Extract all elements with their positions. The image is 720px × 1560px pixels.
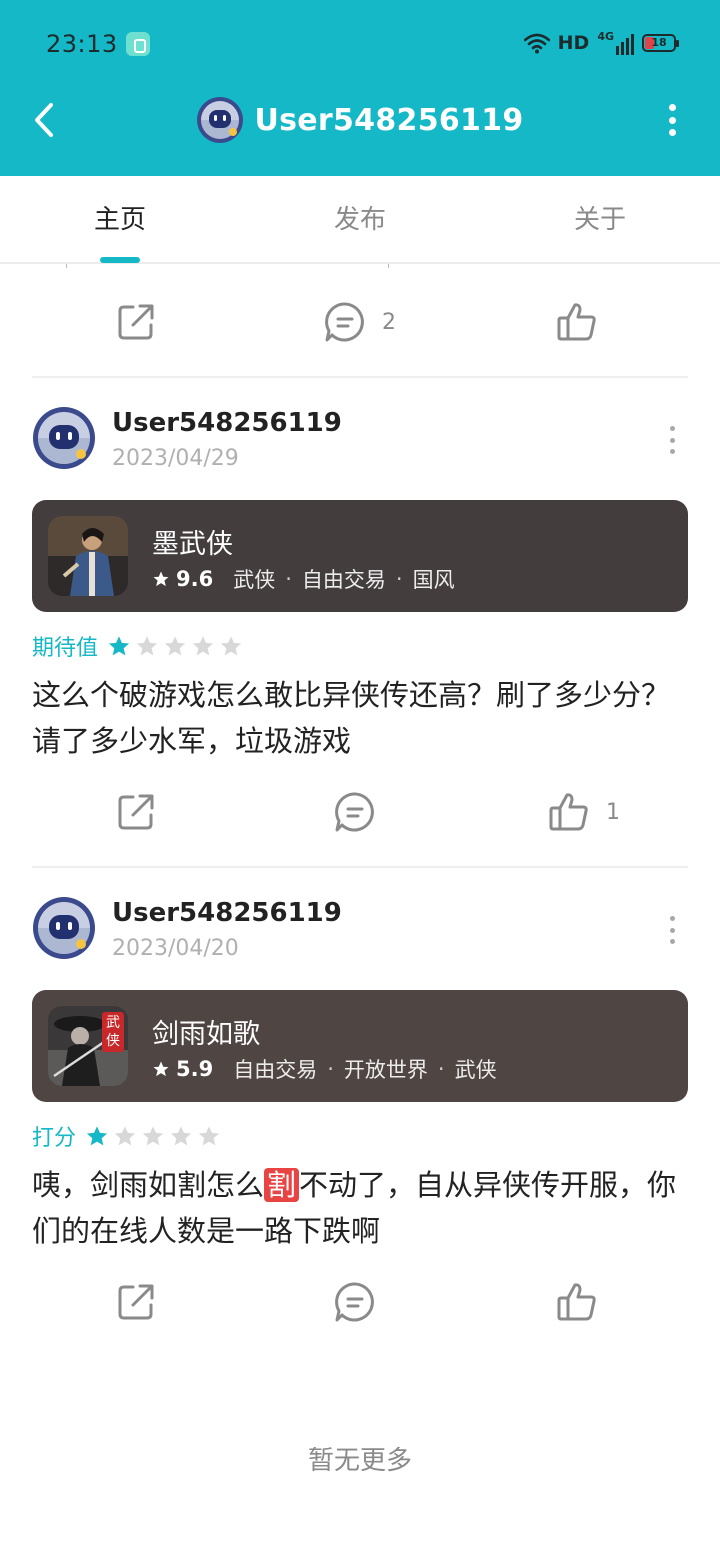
comment-button[interactable]: [334, 784, 376, 840]
like-button[interactable]: [556, 294, 598, 350]
review-post: User548256119 2023/04/20 武侠 剑雨如歌 5.9 自由交…: [32, 896, 688, 1316]
battery-level: 18: [651, 36, 667, 49]
star-empty-icon: [142, 1126, 164, 1146]
star-icon: [153, 1061, 169, 1077]
star-empty-icon: [114, 1126, 136, 1146]
post-content[interactable]: 这么个破游戏怎么敢比异侠传还高？刷了多少分？请了多少水军，垃圾游戏: [32, 672, 688, 764]
tab-home[interactable]: 主页: [0, 176, 240, 262]
post-more-button[interactable]: [668, 916, 676, 944]
status-indicators: HD 4G 18: [523, 28, 679, 58]
wifi-icon: [523, 33, 550, 54]
star-filled-icon: [108, 636, 130, 656]
network-gen: 4G: [597, 30, 614, 43]
comment-button[interactable]: [334, 1274, 376, 1330]
more-vertical-icon: [669, 916, 675, 921]
comment-button[interactable]: 2: [324, 294, 396, 350]
star-empty-icon: [170, 1126, 192, 1146]
rating-row: 期待值: [32, 630, 242, 662]
avatar[interactable]: [196, 96, 244, 144]
like-button[interactable]: 1: [548, 784, 620, 840]
app-header: 23:13 HD 4G 18 User548256119: [0, 0, 720, 176]
tab-about[interactable]: 关于: [480, 176, 720, 262]
signal-icon: 4G: [597, 31, 634, 55]
game-card[interactable]: 武侠 剑雨如歌 5.9 自由交易 · 开放世界 · 武侠: [32, 990, 688, 1102]
more-menu-button[interactable]: [662, 100, 682, 140]
game-tag: 开放世界: [343, 1058, 428, 1082]
network-type: HD: [557, 32, 590, 54]
rating-label: 打分: [32, 1126, 77, 1151]
game-name: 墨武侠: [152, 529, 233, 560]
game-meta: 9.6 武侠 · 自由交易 · 国风: [152, 564, 455, 594]
more-vertical-icon: [668, 104, 676, 111]
game-card[interactable]: 墨武侠 9.6 武侠 · 自由交易 · 国风: [32, 500, 688, 612]
star-empty-icon: [220, 636, 242, 656]
game-tag: 自由交易: [301, 568, 386, 592]
share-icon: [118, 1284, 154, 1320]
thumbs-up-icon: [549, 793, 588, 831]
comment-icon: [325, 302, 364, 342]
share-icon: [118, 794, 154, 830]
star-empty-icon: [198, 1126, 220, 1146]
post-content[interactable]: 咦，剑雨如割怎么割不动了，自从异侠传开服，你们的在线人数是一路下跌啊: [32, 1162, 688, 1254]
profile-tabs: 主页 发布 关于: [0, 176, 720, 264]
comment-icon: [335, 792, 374, 832]
star-empty-icon: [164, 636, 186, 656]
status-time: 23:13: [46, 30, 118, 58]
avatar[interactable]: [32, 896, 96, 960]
post-actions: 1: [32, 784, 688, 840]
share-button[interactable]: [116, 1274, 156, 1330]
review-post: User548256119 2023/04/29 墨武侠 9.6 武侠 · 自由…: [32, 406, 688, 826]
star-empty-icon: [192, 636, 214, 656]
post-divider: [32, 376, 688, 378]
battery-icon: 18: [642, 34, 679, 52]
page-title: User548256119: [254, 102, 524, 138]
post-username[interactable]: User548256119: [112, 408, 342, 438]
notification-app-icon: [126, 32, 150, 56]
star-icon: [153, 571, 169, 587]
game-tag: 自由交易: [233, 1058, 318, 1082]
game-score: 9.6: [176, 567, 214, 591]
highlight-emoji: 割: [264, 1168, 300, 1202]
share-icon: [118, 304, 154, 340]
game-thumbnail-badge: 武侠: [102, 1012, 124, 1052]
game-thumbnail: 武侠: [48, 1006, 128, 1086]
thumbs-up-icon: [557, 303, 596, 341]
post-actions: [32, 1274, 688, 1330]
game-thumbnail: [48, 516, 128, 596]
rating-label: 期待值: [32, 636, 99, 661]
avatar[interactable]: [32, 406, 96, 470]
post-more-button[interactable]: [668, 426, 676, 454]
star-filled-icon: [86, 1126, 108, 1146]
like-count: 1: [606, 799, 620, 825]
previous-card-edge: [60, 264, 400, 270]
post-text-part: 咦，剑雨如割怎么: [32, 1168, 265, 1202]
game-meta: 5.9 自由交易 · 开放世界 · 武侠: [152, 1054, 497, 1084]
more-vertical-icon: [669, 426, 675, 431]
game-tag: 武侠: [454, 1058, 497, 1082]
tab-posts[interactable]: 发布: [240, 176, 480, 262]
game-tag: 武侠: [233, 568, 276, 592]
star-empty-icon: [136, 636, 158, 656]
comment-icon: [335, 1282, 374, 1322]
post-divider: [32, 866, 688, 868]
post-date: 2023/04/20: [112, 936, 239, 961]
like-button[interactable]: [556, 1274, 598, 1330]
post-date: 2023/04/29: [112, 446, 239, 471]
comment-count: 2: [382, 309, 396, 335]
game-name: 剑雨如歌: [152, 1019, 260, 1050]
header-profile: User548256119: [0, 94, 720, 146]
post-actions: 2: [32, 294, 688, 350]
share-button[interactable]: [116, 294, 156, 350]
no-more-text: 暂无更多: [307, 1446, 412, 1476]
post-username[interactable]: User548256119: [112, 898, 342, 928]
game-tag: 国风: [412, 568, 455, 592]
game-score: 5.9: [176, 1057, 214, 1081]
rating-row: 打分: [32, 1120, 220, 1152]
thumbs-up-icon: [557, 1283, 596, 1321]
share-button[interactable]: [116, 784, 156, 840]
